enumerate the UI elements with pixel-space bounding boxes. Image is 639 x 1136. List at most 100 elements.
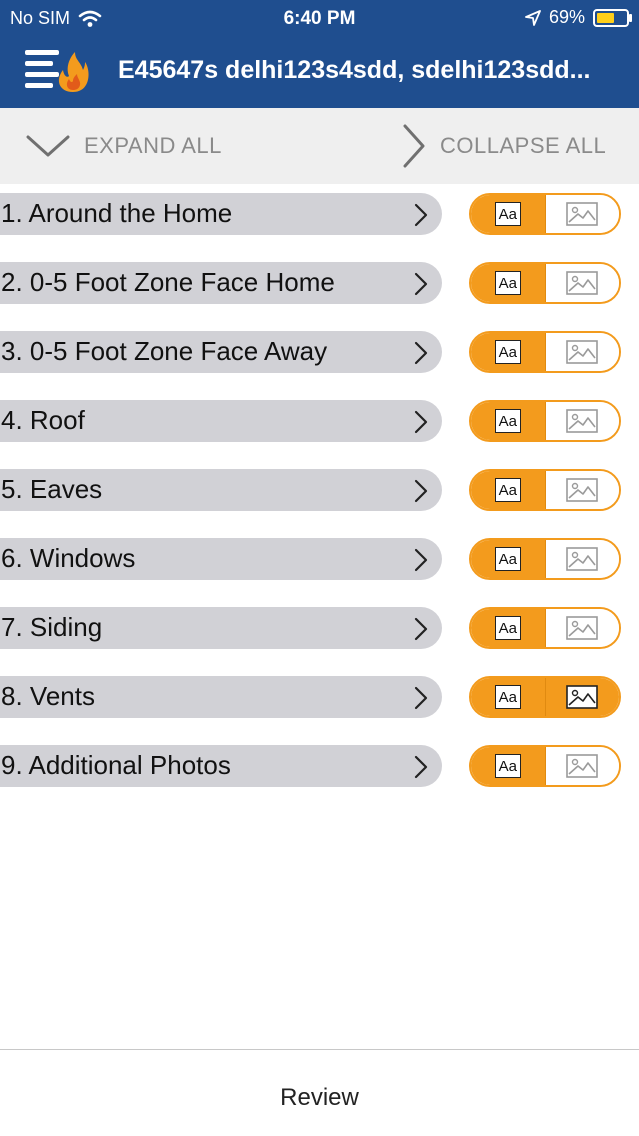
section-header-button[interactable]: 4. Roof (0, 400, 442, 442)
chevron-right-icon (414, 755, 428, 779)
collapse-all-button[interactable]: COLLAPSE ALL (402, 108, 606, 184)
section-row: 8. Vents Aa (0, 674, 639, 743)
image-icon (566, 202, 599, 226)
photo-mode-button[interactable] (545, 678, 619, 716)
section-title: 5. Eaves (1, 474, 103, 504)
text-mode-button[interactable]: Aa (471, 264, 546, 302)
text-icon: Aa (494, 547, 521, 571)
section-title: 7. Siding (1, 612, 103, 642)
section-row: 7. Siding Aa (0, 605, 639, 674)
image-icon (566, 685, 599, 709)
section-header-button[interactable]: 1. Around the Home (0, 193, 442, 235)
text-mode-button[interactable]: Aa (471, 678, 546, 716)
text-icon: Aa (494, 340, 521, 364)
text-icon: Aa (494, 616, 521, 640)
menu-flame-logo-icon[interactable] (25, 48, 91, 94)
status-bar: No SIM 6:40 PM 69% (0, 0, 639, 36)
chevron-right-icon (414, 341, 428, 365)
chevron-right-icon (414, 479, 428, 503)
location-arrow-icon (525, 9, 541, 26)
text-icon: Aa (494, 202, 521, 226)
nav-title: E45647s delhi123s4sdd, sdelhi123sdd... (118, 56, 591, 84)
section-row: 2. 0-5 Foot Zone Face Home Aa (0, 260, 639, 329)
section-row: 9. Additional Photos Aa (0, 743, 639, 812)
expand-all-label: EXPAND ALL (84, 133, 222, 158)
chevron-down-icon (26, 135, 70, 157)
review-button[interactable]: Review (0, 1084, 639, 1112)
chevron-right-icon (403, 124, 425, 168)
text-icon: Aa (494, 271, 521, 295)
section-header-button[interactable]: 9. Additional Photos (0, 745, 442, 787)
section-header-button[interactable]: 5. Eaves (0, 469, 442, 511)
expand-all-button[interactable]: EXPAND ALL (26, 108, 222, 184)
photo-mode-button[interactable] (545, 747, 619, 785)
section-header-button[interactable]: 7. Siding (0, 607, 442, 649)
section-title: 4. Roof (1, 405, 85, 435)
text-mode-button[interactable]: Aa (471, 747, 546, 785)
text-photo-toggle: Aa (469, 400, 621, 442)
image-icon (566, 616, 599, 640)
text-icon: Aa (494, 754, 521, 778)
photo-mode-button[interactable] (545, 264, 619, 302)
collapse-all-label: COLLAPSE ALL (440, 133, 607, 158)
text-icon: Aa (494, 685, 521, 709)
section-title: 8. Vents (1, 681, 95, 711)
photo-mode-button[interactable] (545, 402, 619, 440)
section-list: 1. Around the Home Aa 2. 0-5 Foot Zone Fac… (0, 191, 639, 812)
photo-mode-button[interactable] (545, 195, 619, 233)
status-right: 69% (525, 7, 632, 28)
image-icon (566, 547, 599, 571)
text-mode-button[interactable]: Aa (471, 609, 546, 647)
section-row: 6. Windows Aa (0, 536, 639, 605)
section-title: 2. 0-5 Foot Zone Face Home (1, 267, 335, 297)
battery-percent: 69% (548, 7, 585, 27)
text-photo-toggle: Aa (469, 676, 621, 718)
text-mode-button[interactable]: Aa (471, 195, 546, 233)
text-photo-toggle: Aa (469, 469, 621, 511)
image-icon (566, 409, 599, 433)
chevron-right-icon (414, 203, 428, 227)
text-icon: Aa (494, 478, 521, 502)
image-icon (566, 340, 599, 364)
photo-mode-button[interactable] (545, 540, 619, 578)
text-icon: Aa (494, 409, 521, 433)
text-photo-toggle: Aa (469, 607, 621, 649)
chevron-right-icon (414, 686, 428, 710)
section-title: 1. Around the Home (1, 198, 233, 228)
text-photo-toggle: Aa (469, 193, 621, 235)
text-mode-button[interactable]: Aa (471, 540, 546, 578)
section-title: 3. 0-5 Foot Zone Face Away (1, 336, 328, 366)
chevron-right-icon (414, 617, 428, 641)
section-header-button[interactable]: 2. 0-5 Foot Zone Face Home (0, 262, 442, 304)
section-header-button[interactable]: 8. Vents (0, 676, 442, 718)
chevron-right-icon (414, 548, 428, 572)
text-mode-button[interactable]: Aa (471, 402, 546, 440)
photo-mode-button[interactable] (545, 609, 619, 647)
text-mode-button[interactable]: Aa (471, 333, 546, 371)
nav-bar: E45647s delhi123s4sdd, sdelhi123sdd... (0, 36, 639, 108)
battery-fill (597, 12, 614, 23)
image-icon (566, 478, 599, 502)
battery-icon (593, 8, 632, 27)
section-title: 6. Windows (1, 543, 136, 573)
section-header-button[interactable]: 6. Windows (0, 538, 442, 580)
bottom-bar: Review (0, 1049, 639, 1136)
text-photo-toggle: Aa (469, 262, 621, 304)
image-icon (566, 271, 599, 295)
section-title: 9. Additional Photos (1, 750, 231, 780)
image-icon (566, 754, 599, 778)
text-mode-button[interactable]: Aa (471, 471, 546, 509)
section-header-button[interactable]: 3. 0-5 Foot Zone Face Away (0, 331, 442, 373)
section-row: 3. 0-5 Foot Zone Face Away Aa (0, 329, 639, 398)
photo-mode-button[interactable] (545, 471, 619, 509)
section-row: 1. Around the Home Aa (0, 191, 639, 260)
text-photo-toggle: Aa (469, 745, 621, 787)
chevron-right-icon (414, 272, 428, 296)
photo-mode-button[interactable] (545, 333, 619, 371)
text-photo-toggle: Aa (469, 538, 621, 580)
section-row: 5. Eaves Aa (0, 467, 639, 536)
text-photo-toggle: Aa (469, 331, 621, 373)
section-row: 4. Roof Aa (0, 398, 639, 467)
chevron-right-icon (414, 410, 428, 434)
expand-collapse-toolbar: EXPAND ALL COLLAPSE ALL (0, 108, 639, 184)
